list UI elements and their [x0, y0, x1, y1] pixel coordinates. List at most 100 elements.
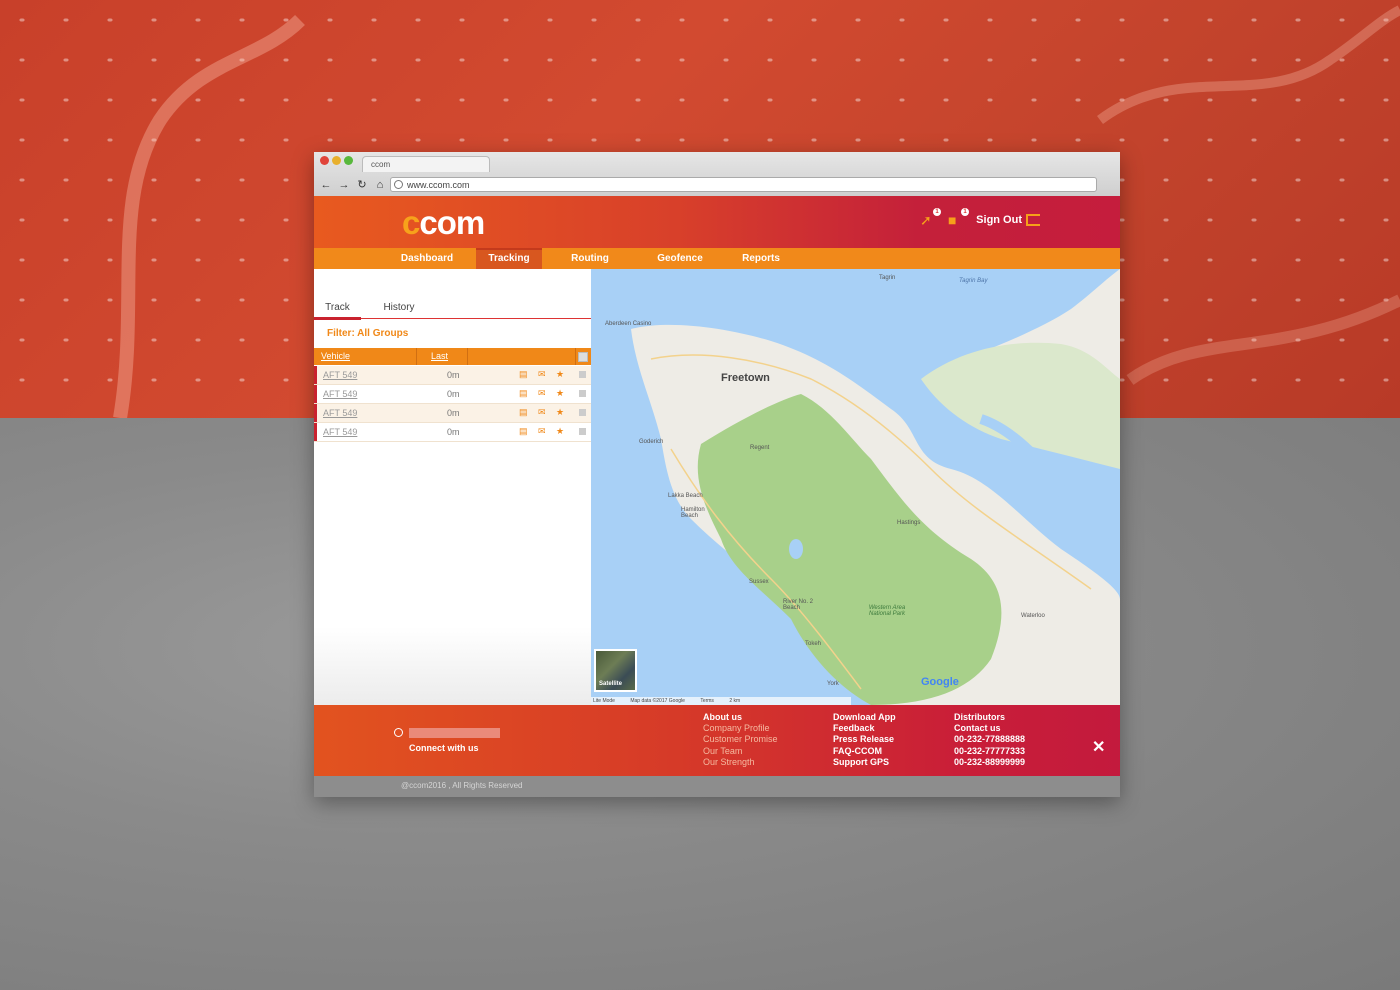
mail-icon[interactable]: ✉: [538, 388, 546, 399]
footer-link[interactable]: Our Strength: [703, 757, 778, 768]
footer-link[interactable]: Our Team: [703, 746, 778, 757]
column-vehicle[interactable]: Vehicle: [321, 348, 350, 365]
footer-link[interactable]: FAQ-CCOM: [833, 746, 896, 757]
footer-link[interactable]: Company Profile: [703, 723, 778, 734]
map-scale: 2 km: [729, 698, 741, 704]
table-row[interactable]: AFT 549 0m ▤ ✉ ★: [314, 423, 591, 442]
row-checkbox[interactable]: [579, 390, 586, 397]
logo-prefix: c: [402, 204, 420, 241]
vehicle-table-body: AFT 549 0m ▤ ✉ ★ AFT 549 0m ▤ ✉ ★ AFT 54…: [314, 366, 591, 442]
row-checkbox[interactable]: [579, 428, 586, 435]
map-label: Hastings: [897, 520, 921, 526]
back-arrow-icon[interactable]: ←: [320, 178, 332, 192]
browser-tab[interactable]: ccom: [362, 156, 490, 172]
panel-tabs: Track History: [314, 299, 591, 320]
map-label: Lakka Beach: [668, 493, 703, 499]
mail-icon[interactable]: ✉: [538, 407, 546, 418]
row-indicator: [314, 404, 317, 422]
alert-icon[interactable]: ➚ 1: [920, 208, 941, 228]
phone-number: 00-232-88999999: [954, 756, 1026, 767]
footer-link[interactable]: Feedback: [833, 723, 896, 734]
stats-icon[interactable]: ▤: [519, 426, 528, 437]
sign-out-button[interactable]: Sign Out: [976, 214, 1022, 226]
vehicle-link[interactable]: AFT 549: [323, 427, 357, 437]
footer-column-contact: Distributors Contact us 00-232-77888888 …: [954, 712, 1025, 768]
map-terms-link[interactable]: Terms: [700, 698, 714, 704]
nav-geofence[interactable]: Geofence: [647, 248, 713, 269]
footer-link[interactable]: Download App: [833, 712, 896, 723]
vehicle-link[interactable]: AFT 549: [323, 389, 357, 399]
star-icon[interactable]: ★: [556, 426, 564, 437]
sign-out-icon[interactable]: [1026, 214, 1040, 226]
star-icon[interactable]: ★: [556, 388, 564, 399]
footer-link[interactable]: Contact us: [954, 723, 1025, 734]
last-update: 0m: [447, 408, 460, 418]
vehicle-link[interactable]: AFT 549: [323, 370, 357, 380]
address-bar[interactable]: www.ccom.com: [390, 177, 1097, 192]
footer-link[interactable]: Support GPS: [833, 757, 896, 768]
footer-search-input[interactable]: [409, 728, 500, 738]
nav-reports[interactable]: Reports: [736, 248, 786, 269]
stats-icon[interactable]: ▤: [519, 369, 528, 380]
group-filter[interactable]: Filter: All Groups: [327, 328, 408, 339]
map-label: River No. 2 Beach: [783, 599, 814, 611]
table-row[interactable]: AFT 549 0m ▤ ✉ ★: [314, 404, 591, 423]
tracking-panel: Track History Filter: All Groups Vehicle…: [314, 269, 591, 705]
forward-arrow-icon[interactable]: →: [338, 178, 350, 192]
stats-icon[interactable]: ▤: [519, 388, 528, 399]
logo-rest: com: [419, 204, 485, 241]
last-update: 0m: [447, 427, 460, 437]
table-row[interactable]: AFT 549 0m ▤ ✉ ★: [314, 385, 591, 404]
row-checkbox[interactable]: [579, 409, 586, 416]
minimize-window-button[interactable]: [332, 156, 341, 165]
home-icon[interactable]: ⌂: [374, 178, 386, 192]
last-update: 0m: [447, 370, 460, 380]
map-data-credit: Map data ©2017 Google: [630, 698, 685, 704]
message-icon[interactable]: ■ 1: [948, 208, 969, 228]
app-header: ccom ➚ 1 ■ 1 Sign Out: [314, 196, 1120, 248]
table-row[interactable]: AFT 549 0m ▤ ✉ ★: [314, 366, 591, 385]
close-icon[interactable]: ✕: [1092, 737, 1105, 757]
map-label: York: [827, 681, 839, 687]
footer-column-app: Download App Feedback Press Release FAQ-…: [833, 712, 896, 768]
tracking-map[interactable]: Tagrin Tagrin Bay Aberdeen Casino Freeto…: [591, 269, 1120, 705]
nav-routing[interactable]: Routing: [562, 248, 618, 269]
mail-icon[interactable]: ✉: [538, 426, 546, 437]
tab-track[interactable]: Track: [314, 299, 361, 320]
star-icon[interactable]: ★: [556, 407, 564, 418]
star-icon[interactable]: ★: [556, 369, 564, 380]
maximize-window-button[interactable]: [344, 156, 353, 165]
column-divider: [467, 348, 468, 365]
mail-icon[interactable]: ✉: [538, 369, 546, 380]
select-all-checkbox[interactable]: [578, 352, 588, 362]
alert-badge: 1: [933, 208, 941, 216]
tab-history[interactable]: History: [377, 299, 421, 317]
copyright-bar: @ccom2016 , All Rights Reserved: [314, 776, 1120, 797]
footer-link[interactable]: Press Release: [833, 734, 896, 745]
ccom-logo[interactable]: ccom: [402, 204, 485, 241]
column-last[interactable]: Last: [431, 348, 448, 365]
nav-tracking[interactable]: Tracking: [476, 248, 542, 269]
copyright-text: @ccom2016 , All Rights Reserved: [401, 781, 523, 790]
map-park-label: Western Area National Park: [868, 605, 906, 617]
footer-link[interactable]: Customer Promise: [703, 734, 778, 745]
site-footer: Connect with us About us Company Profile…: [314, 705, 1120, 776]
browser-window: ccom ← → ↻ ⌂ www.ccom.com ccom ➚ 1 ■ 1 Sig…: [314, 152, 1120, 797]
map-label: Hamilton Beach: [681, 507, 705, 519]
nav-dashboard[interactable]: Dashboard: [397, 248, 457, 269]
connect-with-us[interactable]: Connect with us: [409, 743, 479, 753]
reload-icon[interactable]: ↻: [356, 178, 368, 192]
satellite-toggle[interactable]: Satellite: [594, 649, 637, 692]
map-label: Aberdeen Casino: [605, 321, 652, 327]
footer-link[interactable]: Distributors: [954, 712, 1025, 723]
stats-icon[interactable]: ▤: [519, 407, 528, 418]
vehicle-link[interactable]: AFT 549: [323, 408, 357, 418]
row-indicator: [314, 385, 317, 403]
footer-link[interactable]: About us: [703, 712, 778, 723]
map-label: Tagrin: [879, 275, 896, 281]
close-window-button[interactable]: [320, 156, 329, 165]
map-lite-mode[interactable]: Lite Mode: [593, 698, 615, 704]
header-icons: ➚ 1 ■ 1: [920, 208, 969, 228]
column-divider: [416, 348, 417, 365]
row-checkbox[interactable]: [579, 371, 586, 378]
